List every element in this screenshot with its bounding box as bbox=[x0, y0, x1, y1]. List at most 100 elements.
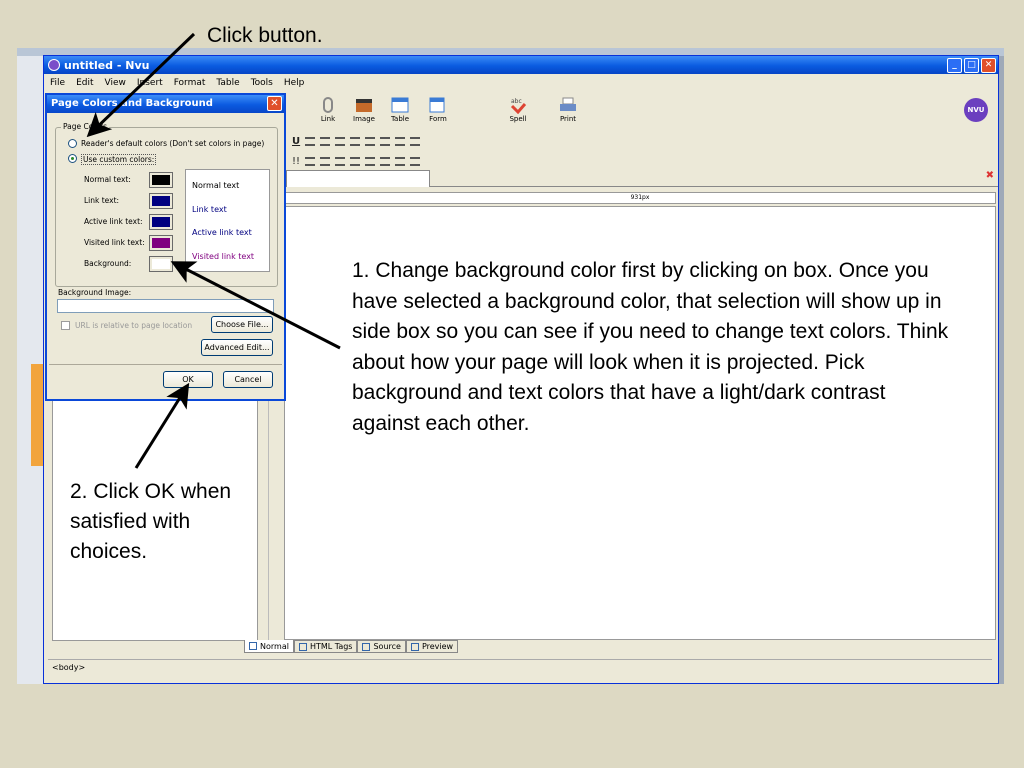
ok-button[interactable]: OK bbox=[163, 371, 213, 388]
tab-html-tags[interactable]: HTML Tags bbox=[293, 640, 358, 653]
format-toolbar-2: !! bbox=[292, 153, 421, 169]
cancel-button[interactable]: Cancel bbox=[223, 371, 273, 388]
link-icon bbox=[323, 97, 333, 113]
page-colors-dialog: Page Colors and Background ✕ Page Colors… bbox=[45, 93, 286, 401]
window-titlebar: untitled - Nvu _ □ ✕ bbox=[44, 56, 998, 74]
align-center-icon[interactable] bbox=[350, 136, 361, 146]
tab-preview-label: Preview bbox=[421, 642, 454, 651]
print-button-label: Print bbox=[559, 115, 577, 123]
background-swatch-fill bbox=[152, 259, 170, 269]
form-button[interactable]: Form bbox=[420, 94, 456, 134]
normal-text-label: Normal text: bbox=[84, 175, 131, 184]
align-a-icon[interactable] bbox=[305, 156, 316, 166]
table-button[interactable]: Table bbox=[382, 94, 418, 134]
nvu-logo: NVU bbox=[964, 98, 988, 122]
spacing-icon[interactable] bbox=[335, 156, 346, 166]
status-bar: <body> bbox=[48, 659, 992, 675]
magnifier-icon bbox=[410, 642, 419, 651]
close-icon[interactable]: ✕ bbox=[981, 58, 996, 73]
align-left-icon[interactable] bbox=[335, 136, 346, 146]
dialog-titlebar: Page Colors and Background ✕ bbox=[47, 95, 284, 113]
active-link-swatch-fill bbox=[152, 217, 170, 227]
dialog-close-icon[interactable]: ✕ bbox=[267, 96, 282, 111]
valign-top-icon[interactable] bbox=[380, 156, 391, 166]
page-colors-group-label: Page Colors bbox=[61, 122, 110, 131]
preview-link-text: Link text bbox=[192, 205, 227, 214]
tab-normal[interactable]: Normal bbox=[244, 640, 294, 653]
visited-link-swatch[interactable] bbox=[149, 235, 173, 251]
indent-icon[interactable] bbox=[395, 136, 406, 146]
ruler-width-label: 931px bbox=[630, 194, 650, 201]
outdent-icon[interactable] bbox=[410, 136, 421, 146]
justify-icon[interactable] bbox=[380, 136, 391, 146]
valign-mid-icon[interactable] bbox=[395, 156, 406, 166]
radio-default-colors[interactable] bbox=[68, 139, 77, 148]
choose-file-button[interactable]: Choose File... bbox=[211, 316, 273, 333]
svg-text:abc: abc bbox=[511, 98, 522, 105]
ruler: 931px bbox=[284, 192, 996, 204]
spell-button[interactable]: abc Spell bbox=[500, 94, 536, 134]
normal-text-swatch[interactable] bbox=[149, 172, 173, 188]
numbered-list-icon[interactable] bbox=[320, 136, 331, 146]
image-button[interactable]: Image bbox=[346, 94, 382, 134]
valign-bottom-icon[interactable] bbox=[410, 156, 421, 166]
advanced-edit-button[interactable]: Advanced Edit... bbox=[201, 339, 273, 356]
format-toolbar-1: U bbox=[292, 133, 421, 149]
spell-check-icon: abc bbox=[510, 98, 527, 114]
align-right-icon[interactable] bbox=[365, 136, 376, 146]
radio-custom-colors[interactable] bbox=[68, 154, 77, 163]
radio-default-label: Reader's default colors (Don't set color… bbox=[81, 139, 265, 148]
background-swatch[interactable] bbox=[149, 256, 173, 272]
link-button[interactable]: Link bbox=[310, 94, 346, 134]
composition-toolbar: Link Image Table Form abc Spell Print bbox=[280, 94, 998, 134]
menu-insert[interactable]: Insert bbox=[137, 78, 163, 88]
window-controls: _ □ ✕ bbox=[947, 58, 996, 73]
active-link-swatch[interactable] bbox=[149, 214, 173, 230]
tab-preview[interactable]: Preview bbox=[405, 640, 459, 653]
menu-view[interactable]: View bbox=[105, 78, 126, 88]
spacing-b-icon[interactable] bbox=[350, 156, 361, 166]
minimize-icon[interactable]: _ bbox=[947, 58, 962, 73]
menu-help[interactable]: Help bbox=[284, 78, 305, 88]
emphasis-icon[interactable]: !! bbox=[292, 156, 300, 167]
visited-link-label: Visited link text: bbox=[84, 238, 145, 247]
link-text-swatch-fill bbox=[152, 196, 170, 206]
background-image-input[interactable] bbox=[57, 299, 274, 313]
color-preview-box: Normal text Link text Active link text V… bbox=[185, 169, 270, 272]
step2-caption: 2. Click OK when satisfied with choices. bbox=[70, 480, 232, 563]
underline-icon[interactable]: U bbox=[292, 136, 300, 147]
link-text-label: Link text: bbox=[84, 196, 120, 205]
tab-close-icon[interactable]: ✖ bbox=[986, 170, 994, 181]
preview-visited-link-text: Visited link text bbox=[192, 252, 255, 261]
edit-mode-tabs: Normal HTML Tags Source Preview bbox=[244, 640, 459, 653]
tab-normal-label: Normal bbox=[260, 641, 289, 651]
printer-icon bbox=[560, 97, 576, 111]
menu-table[interactable]: Table bbox=[216, 78, 239, 88]
align-b-icon[interactable] bbox=[320, 156, 331, 166]
menu-edit[interactable]: Edit bbox=[76, 78, 93, 88]
image-button-label: Image bbox=[353, 115, 375, 123]
window-title: untitled - Nvu bbox=[64, 58, 150, 72]
bullet-list-icon[interactable] bbox=[305, 136, 316, 146]
link-button-label: Link bbox=[320, 115, 336, 123]
spacing-c-icon[interactable] bbox=[365, 156, 376, 166]
preview-active-link-text: Active link text bbox=[192, 228, 252, 237]
url-relative-checkbox[interactable] bbox=[61, 321, 70, 330]
maximize-icon[interactable]: □ bbox=[964, 58, 979, 73]
document-tab[interactable] bbox=[286, 170, 430, 187]
slide-selection-marker bbox=[31, 364, 43, 466]
tab-source[interactable]: Source bbox=[357, 640, 406, 653]
source-icon bbox=[362, 642, 371, 651]
menu-file[interactable]: File bbox=[50, 78, 65, 88]
step1-caption: 1. Change background color first by clic… bbox=[352, 259, 949, 435]
url-relative-label: URL is relative to page location bbox=[75, 321, 193, 330]
print-button[interactable]: Print bbox=[550, 94, 586, 134]
preview-normal-text: Normal text bbox=[192, 181, 240, 190]
table-button-label: Table bbox=[390, 115, 410, 123]
menu-format[interactable]: Format bbox=[174, 78, 206, 88]
menu-tools[interactable]: Tools bbox=[251, 78, 273, 88]
table-icon bbox=[391, 97, 409, 113]
link-text-swatch[interactable] bbox=[149, 193, 173, 209]
document-tab-row: ✖ bbox=[280, 169, 998, 187]
form-icon bbox=[429, 97, 445, 113]
